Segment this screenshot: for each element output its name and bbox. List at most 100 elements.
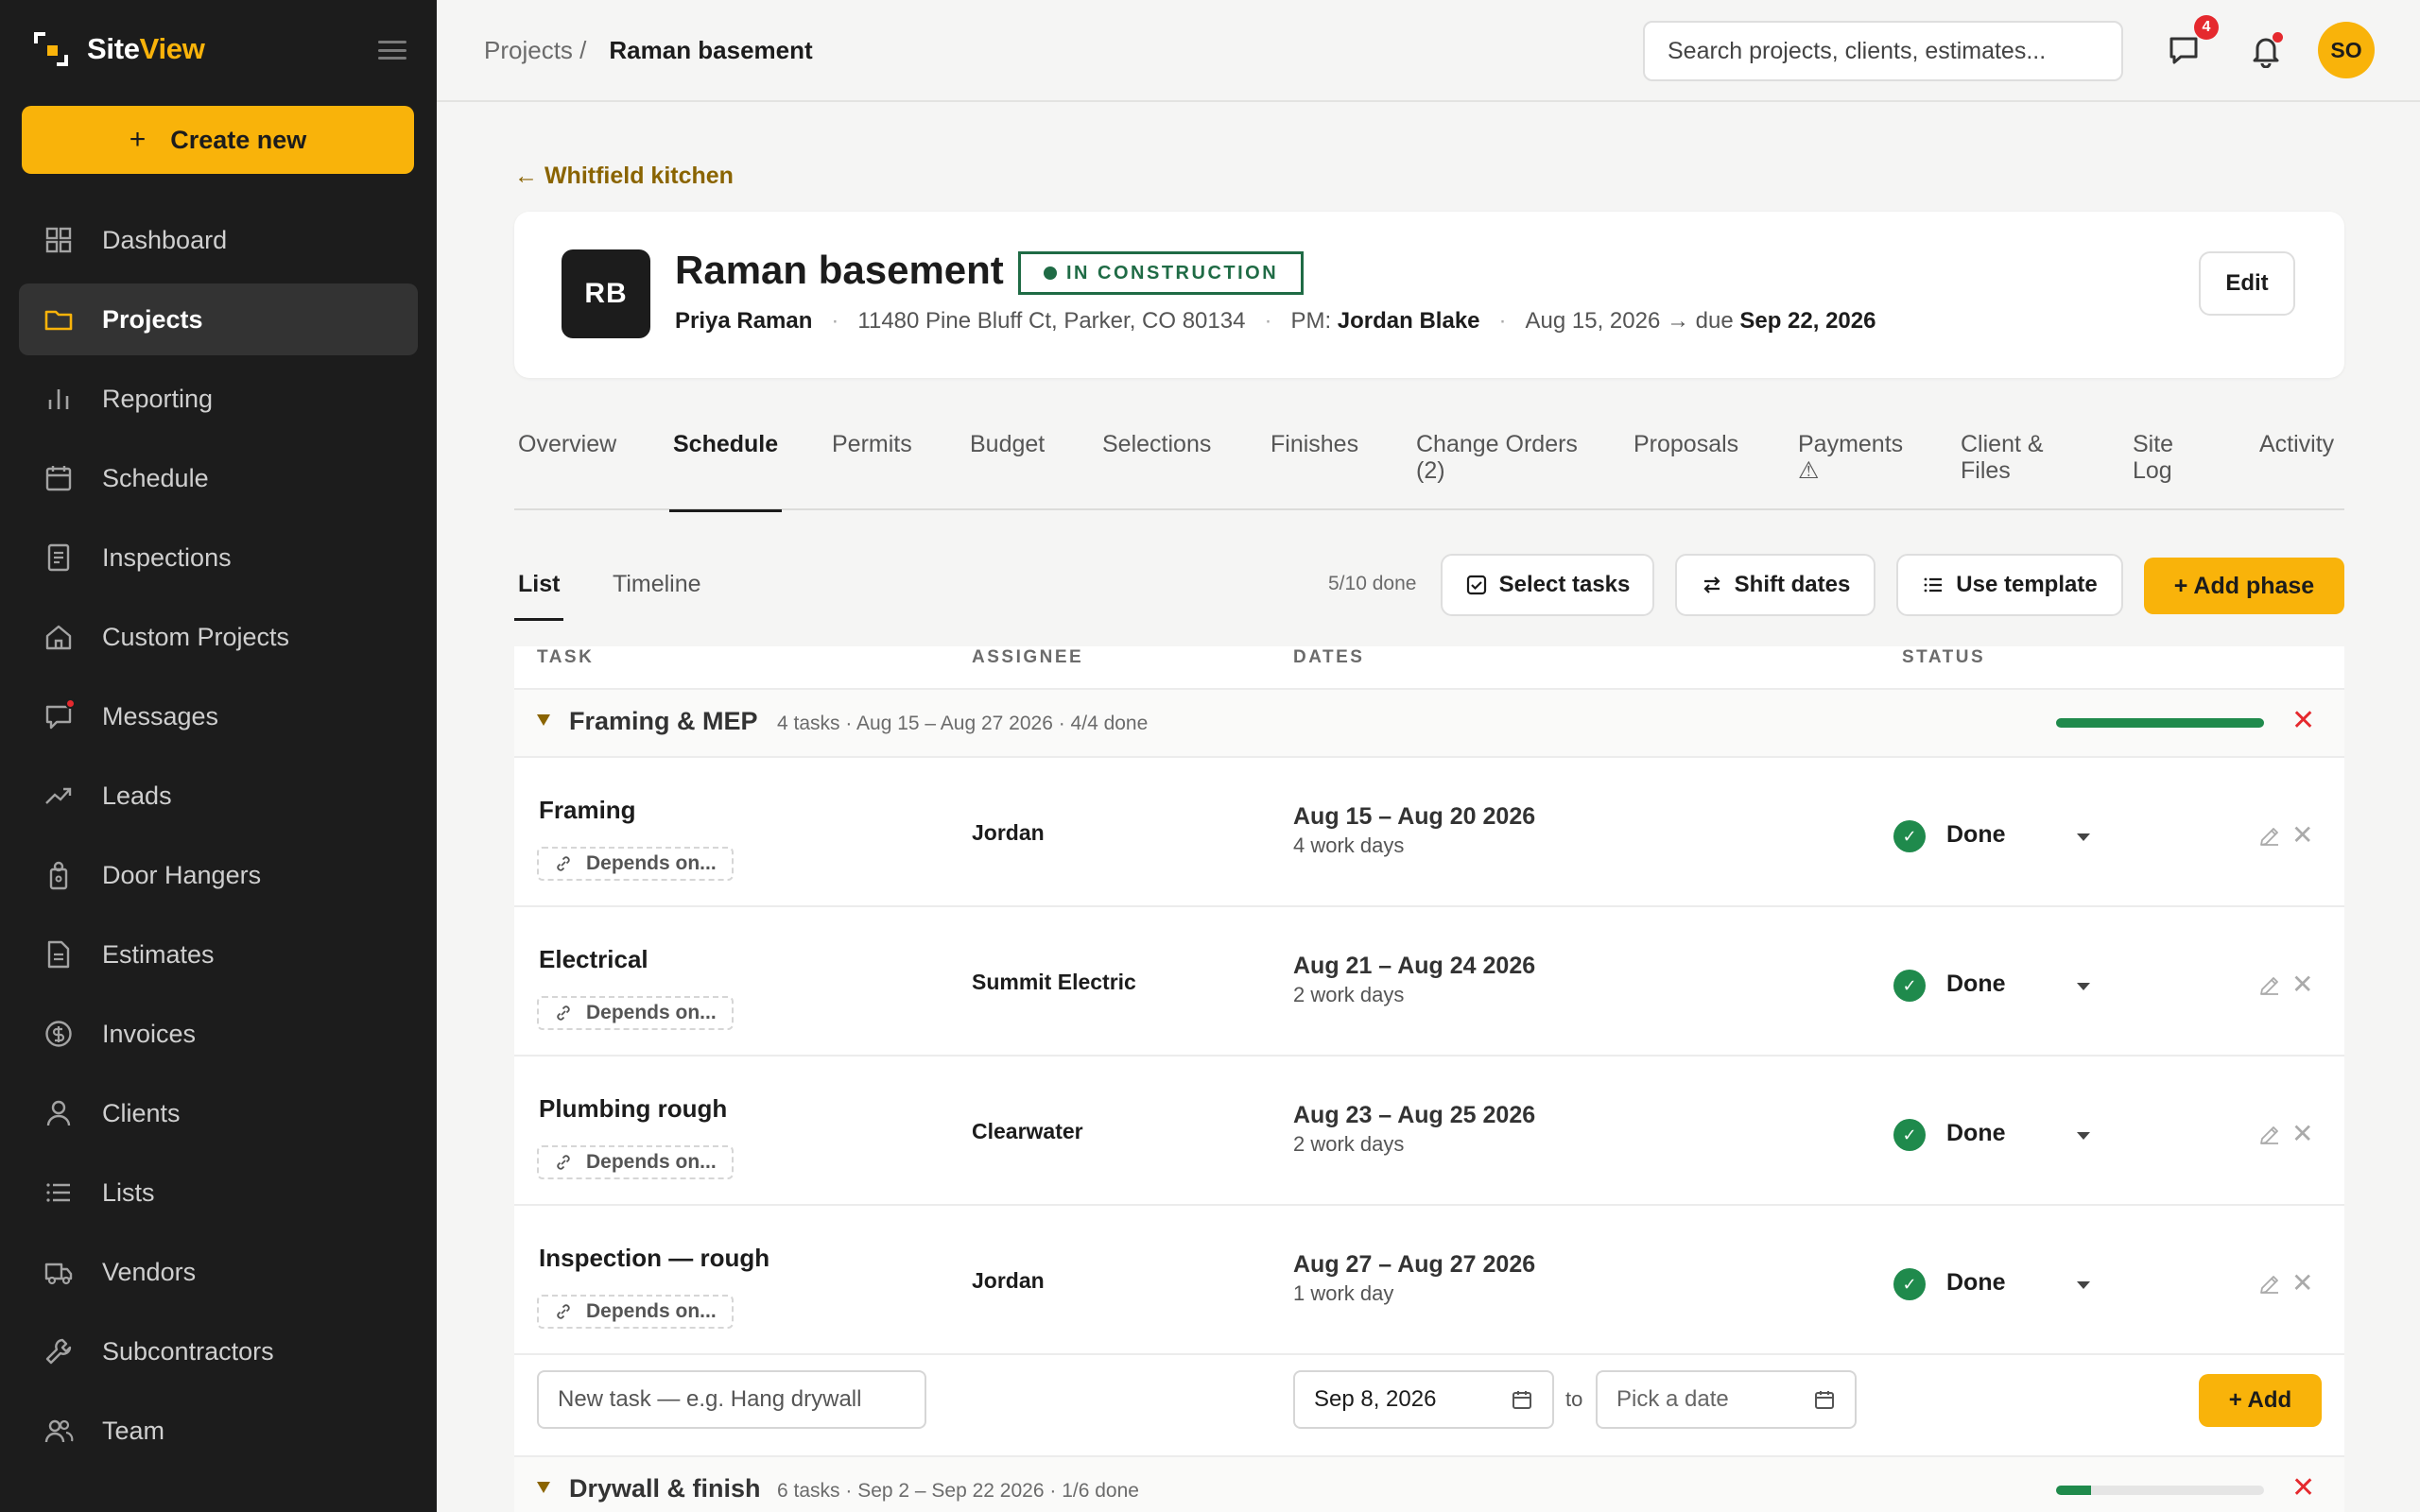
collapse-caret-icon[interactable] (537, 714, 550, 726)
column-header-task: TASK (537, 647, 595, 667)
create-new-button[interactable]: + Create new (22, 106, 414, 174)
task-dates[interactable]: Aug 15 – Aug 20 2026 (1293, 803, 1535, 831)
bar-chart-icon (43, 384, 74, 414)
task-status[interactable]: Done (1946, 821, 2006, 849)
breadcrumb-projects-link[interactable]: Projects / (484, 36, 586, 65)
use-template-button[interactable]: Use template (1896, 554, 2123, 616)
messages-icon[interactable] (2166, 32, 2202, 68)
sidebar-item-estimates[interactable]: Estimates (19, 919, 418, 990)
task-assignee[interactable]: Clearwater (972, 1119, 1083, 1144)
start-date-picker[interactable]: Sep 8, 2026 (1293, 1370, 1554, 1429)
sidebar: SiteView + Create new Dashboard Projects R… (0, 0, 437, 1512)
status-dropdown-caret-icon[interactable] (2077, 1132, 2090, 1140)
search-input[interactable]: Search projects, clients, estimates... (1643, 21, 2123, 81)
add-task-button[interactable]: + Add (2199, 1374, 2322, 1427)
sidebar-item-reporting[interactable]: Reporting (19, 363, 418, 435)
task-name[interactable]: Electrical (539, 945, 648, 974)
sidebar-item-invoices[interactable]: Invoices (19, 998, 418, 1070)
edit-pencil-icon[interactable] (2257, 973, 2282, 998)
task-row[interactable]: Electrical Depends on... Summit Electric Au… (514, 907, 2344, 1057)
app-logo[interactable]: SiteView (32, 30, 205, 68)
phase-progress-fill (2056, 718, 2264, 728)
shift-dates-button[interactable]: Shift dates (1675, 554, 1876, 616)
tab-schedule[interactable]: Schedule (668, 431, 783, 512)
tab-change-orders-2[interactable]: Change Orders (2) (1416, 431, 1586, 510)
sidebar-item-messages[interactable]: Messages (19, 680, 418, 752)
task-assignee[interactable]: Jordan (972, 820, 1045, 846)
menu-toggle-icon[interactable] (378, 38, 406, 62)
task-name[interactable]: Inspection — rough (539, 1244, 769, 1273)
meta-separator: · (831, 308, 839, 334)
delete-task-icon[interactable]: ✕ (2291, 822, 2313, 849)
status-dropdown-caret-icon[interactable] (2077, 1281, 2090, 1289)
delete-phase-icon[interactable]: ✕ (2291, 707, 2315, 735)
phase-row[interactable]: Drywall & finish 6 tasks · Sep 2 – Sep 22… (514, 1455, 2344, 1512)
tab-finishes[interactable]: Finishes (1270, 431, 1358, 510)
sidebar-item-custom-projects[interactable]: Custom Projects (19, 601, 418, 673)
task-row[interactable]: Inspection — rough Depends on... Jordan Aug… (514, 1206, 2344, 1355)
tab-budget[interactable]: Budget (970, 431, 1045, 510)
add-phase-button[interactable]: + Add phase (2144, 558, 2344, 614)
task-dates[interactable]: Aug 27 – Aug 27 2026 (1293, 1251, 1535, 1279)
depends-on-button[interactable]: Depends on... (537, 1295, 734, 1329)
depends-on-button[interactable]: Depends on... (537, 1145, 734, 1179)
sidebar-item-lists[interactable]: Lists (19, 1157, 418, 1228)
tab-list-view[interactable]: List (513, 571, 564, 621)
tab-client-files[interactable]: Client & Files (1961, 431, 2065, 510)
tab-proposals[interactable]: Proposals (1634, 431, 1738, 510)
tab-overview[interactable]: Overview (518, 431, 616, 510)
task-row[interactable]: Framing Depends on... Jordan Aug 15 – Aug 2… (514, 758, 2344, 907)
depends-on-button[interactable]: Depends on... (537, 996, 734, 1030)
task-dates[interactable]: Aug 23 – Aug 25 2026 (1293, 1102, 1535, 1129)
task-name[interactable]: Plumbing rough (539, 1094, 727, 1124)
tab-payments[interactable]: Payments ⚠ (1798, 431, 1921, 510)
status-dropdown-caret-icon[interactable] (2077, 983, 2090, 990)
task-name[interactable]: Framing (539, 796, 636, 825)
new-task-input[interactable]: New task — e.g. Hang drywall (537, 1370, 926, 1429)
delete-phase-icon[interactable]: ✕ (2291, 1474, 2315, 1503)
tab-selections[interactable]: Selections (1102, 431, 1211, 510)
sidebar-item-team[interactable]: Team (19, 1395, 418, 1467)
sidebar-item-door-hangers[interactable]: Door Hangers (19, 839, 418, 911)
task-dates[interactable]: Aug 21 – Aug 24 2026 (1293, 953, 1535, 980)
sidebar-item-subcontractors[interactable]: Subcontractors (19, 1315, 418, 1387)
back-to-whitfield-kitchen-link[interactable]: ← Whitfield kitchen (514, 163, 734, 190)
edit-pencil-icon[interactable] (2257, 1272, 2282, 1297)
sidebar-item-clients[interactable]: Clients (19, 1077, 418, 1149)
sidebar-item-projects[interactable]: Projects (19, 284, 418, 355)
tab-timeline-view[interactable]: Timeline (613, 571, 701, 620)
collapse-caret-icon[interactable] (537, 1482, 550, 1493)
task-row[interactable]: Plumbing rough Depends on... Clearwater Aug… (514, 1057, 2344, 1206)
phase-row[interactable]: Framing & MEP 4 tasks · Aug 15 – Aug 27 2… (514, 688, 2344, 758)
status-dropdown-caret-icon[interactable] (2077, 833, 2090, 841)
delete-task-icon[interactable]: ✕ (2291, 1121, 2313, 1147)
tab-activity[interactable]: Activity (2259, 431, 2334, 510)
task-status[interactable]: Done (1946, 1120, 2006, 1147)
user-avatar[interactable]: SO (2318, 22, 2375, 78)
tab-site-log[interactable]: Site Log (2133, 431, 2199, 510)
task-workdays: 1 work day (1293, 1281, 1394, 1305)
edit-pencil-icon[interactable] (2257, 1123, 2282, 1147)
sidebar-item-schedule[interactable]: Schedule (19, 442, 418, 514)
column-header-assignee: ASSIGNEE (972, 647, 1084, 667)
sidebar-item-vendors[interactable]: Vendors (19, 1236, 418, 1308)
task-assignee[interactable]: Summit Electric (972, 970, 1136, 995)
task-workdays: 2 work days (1293, 1132, 1405, 1156)
project-client[interactable]: Priya Raman (675, 308, 812, 335)
select-tasks-button[interactable]: Select tasks (1441, 554, 1654, 616)
sidebar-item-leads[interactable]: Leads (19, 760, 418, 832)
breadcrumb-current: Raman basement (609, 36, 813, 64)
delete-task-icon[interactable]: ✕ (2291, 971, 2313, 998)
sidebar-item-inspections[interactable]: Inspections (19, 522, 418, 593)
depends-on-button[interactable]: Depends on... (537, 847, 734, 881)
end-date-picker[interactable]: Pick a date (1596, 1370, 1857, 1429)
tab-permits[interactable]: Permits (832, 431, 912, 510)
edit-project-button[interactable]: Edit (2199, 251, 2295, 316)
phase-name: Framing & MEP (569, 707, 758, 735)
task-status[interactable]: Done (1946, 1269, 2006, 1297)
sidebar-item-dashboard[interactable]: Dashboard (19, 204, 418, 276)
delete-task-icon[interactable]: ✕ (2291, 1270, 2313, 1297)
task-status[interactable]: Done (1946, 971, 2006, 998)
edit-pencil-icon[interactable] (2257, 824, 2282, 849)
task-assignee[interactable]: Jordan (972, 1268, 1045, 1294)
